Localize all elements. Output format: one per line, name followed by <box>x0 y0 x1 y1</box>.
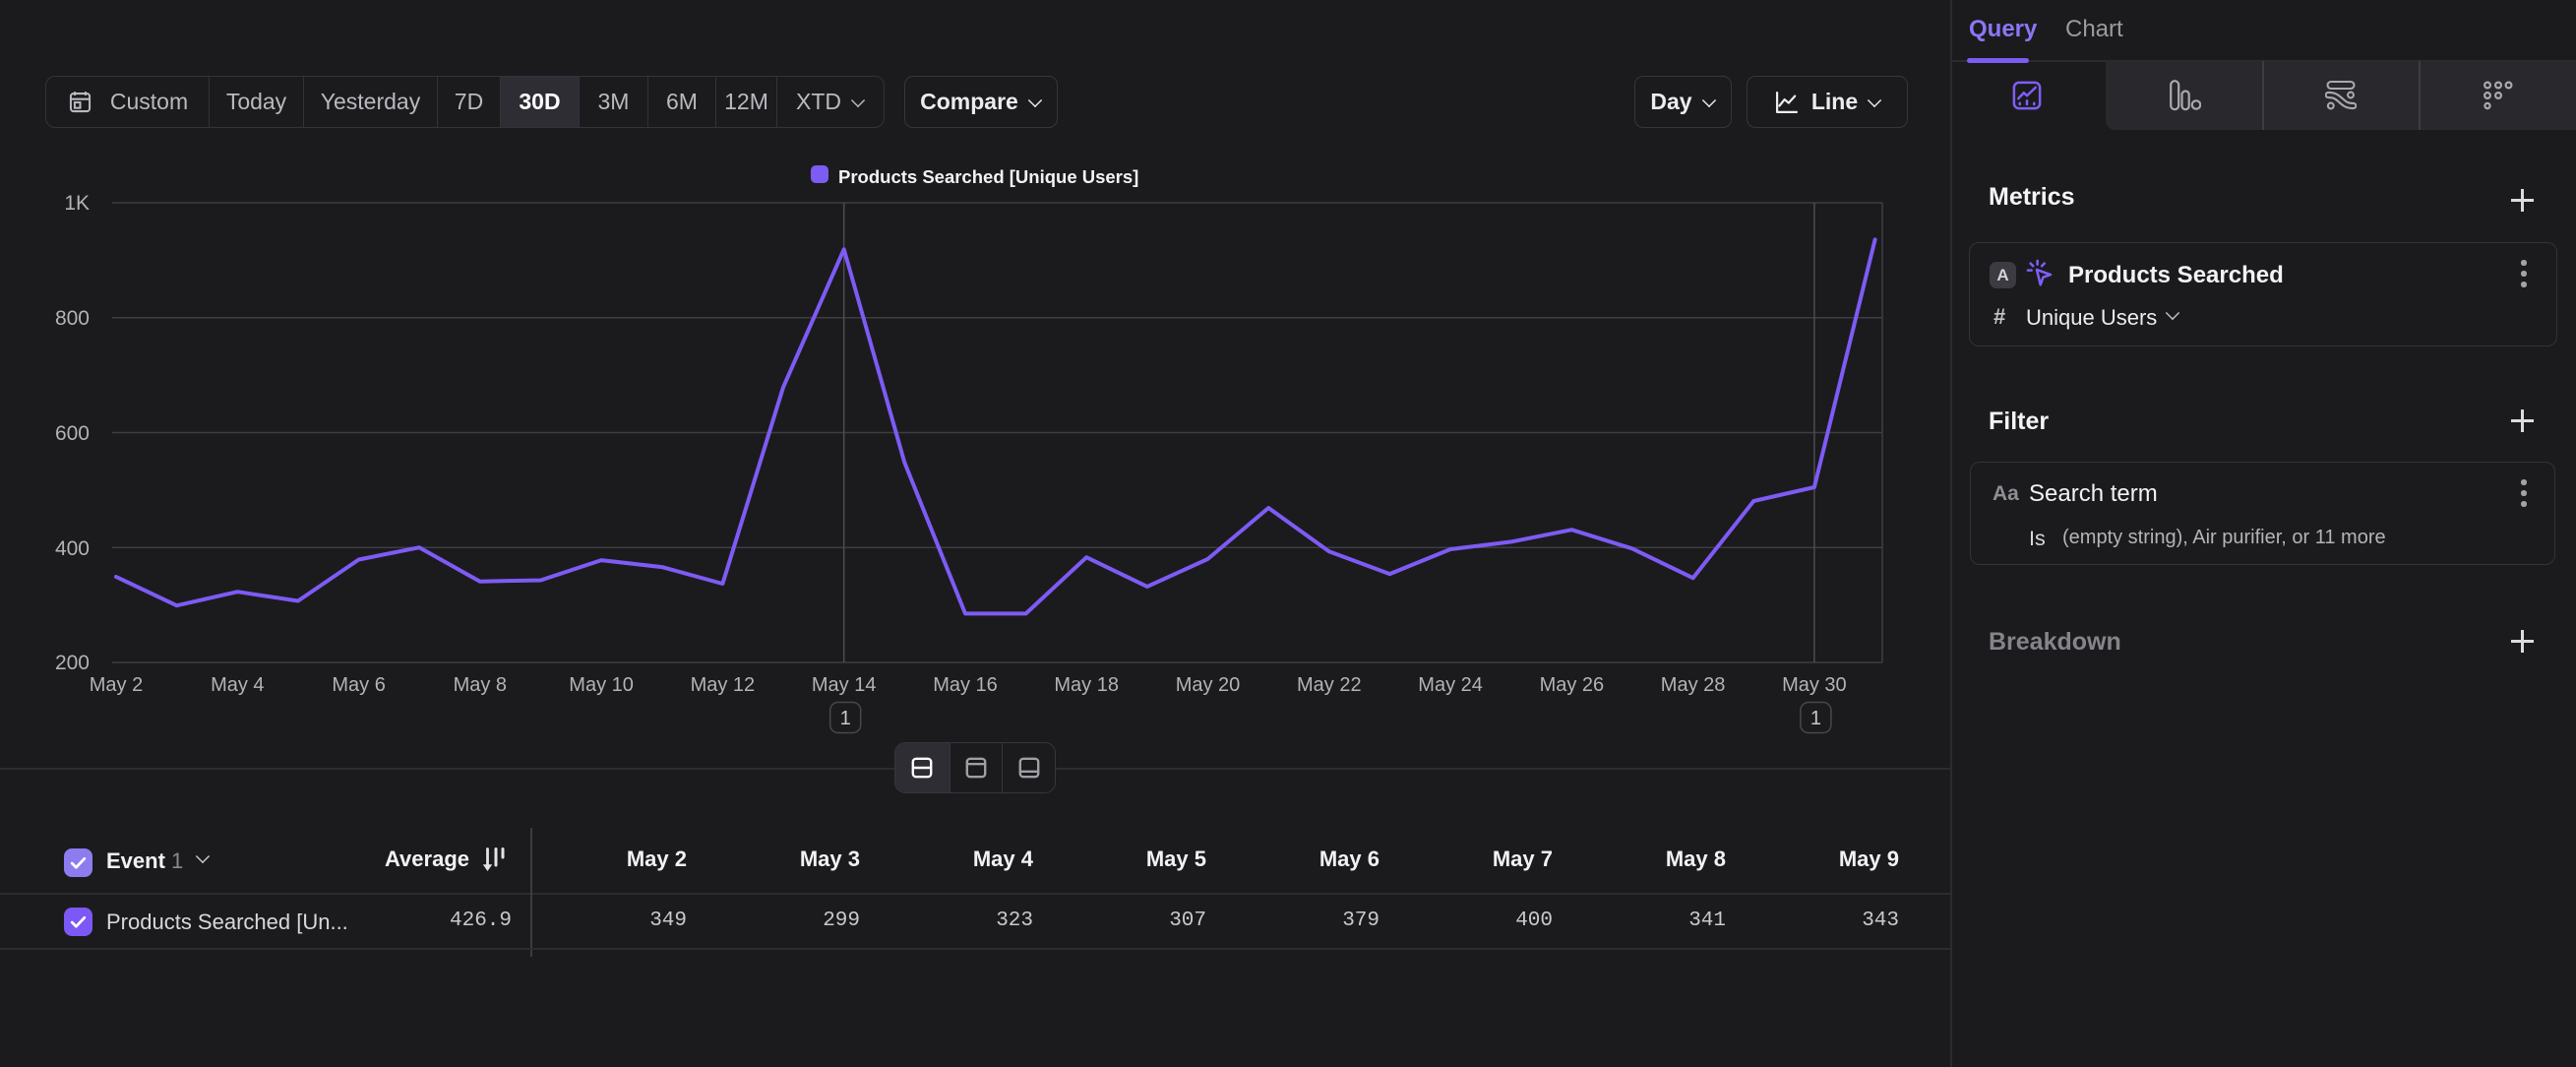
svg-text:May 2: May 2 <box>90 674 143 696</box>
svg-text:May 26: May 26 <box>1540 674 1605 696</box>
svg-text:May 16: May 16 <box>933 674 998 696</box>
svg-text:1: 1 <box>1810 708 1821 729</box>
svg-text:May 30: May 30 <box>1782 674 1847 696</box>
svg-text:May 6: May 6 <box>332 674 385 696</box>
svg-text:May 20: May 20 <box>1176 674 1241 696</box>
svg-text:May 24: May 24 <box>1418 674 1483 696</box>
svg-text:600: 600 <box>55 422 90 445</box>
svg-text:May 18: May 18 <box>1054 674 1119 696</box>
svg-text:May 28: May 28 <box>1661 674 1726 696</box>
svg-text:May 8: May 8 <box>454 674 507 696</box>
svg-text:May 12: May 12 <box>691 674 756 696</box>
svg-text:May 4: May 4 <box>211 674 264 696</box>
svg-text:1: 1 <box>840 708 851 729</box>
svg-text:May 10: May 10 <box>569 674 634 696</box>
svg-text:400: 400 <box>55 537 90 560</box>
svg-text:May 14: May 14 <box>812 674 877 696</box>
svg-text:May 22: May 22 <box>1297 674 1362 696</box>
svg-text:800: 800 <box>55 307 90 330</box>
svg-text:200: 200 <box>55 652 90 674</box>
svg-text:1K: 1K <box>64 192 90 215</box>
